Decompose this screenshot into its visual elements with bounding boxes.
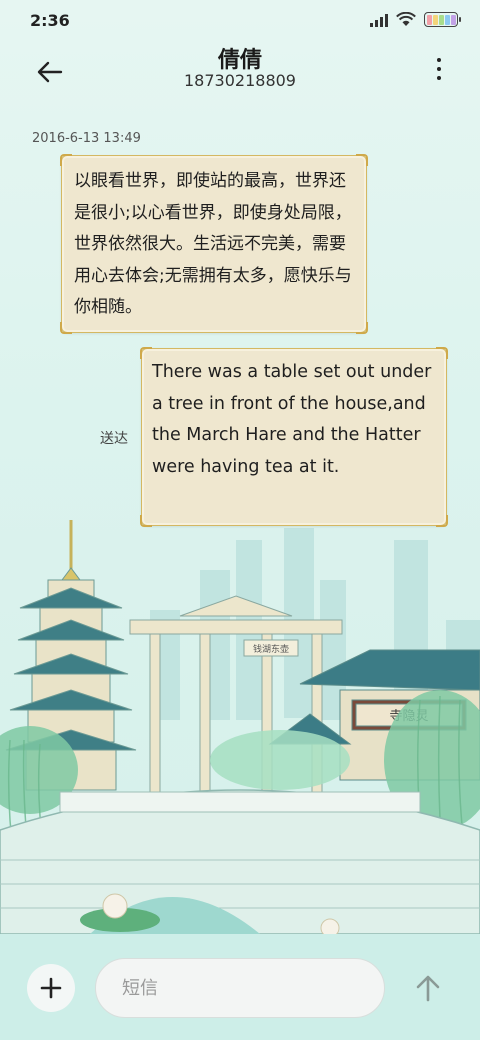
status-icons	[370, 12, 461, 27]
incoming-message-bubble[interactable]: 以眼看世界，即使站的最高，世界还是很小;以心看世界，即使身处局限，世界依然很大。…	[60, 154, 368, 334]
wifi-icon	[396, 12, 416, 26]
send-arrow-icon	[416, 975, 440, 1002]
incoming-message-text: 以眼看世界，即使站的最高，世界还是很小;以心看世界，即使身处局限，世界依然很大。…	[74, 171, 352, 317]
more-options-button[interactable]	[434, 54, 444, 84]
bubble-corner-ornament	[60, 154, 72, 166]
signal-icon	[370, 13, 388, 27]
status-time: 2:36	[30, 11, 70, 30]
bubble-corner-ornament	[436, 347, 448, 359]
conversation-header: 倩倩 18730218809	[0, 40, 480, 104]
bubble-corner-ornament	[140, 515, 152, 527]
attach-button[interactable]	[27, 964, 75, 1012]
delivery-status: 送达	[100, 431, 128, 447]
message-input[interactable]	[95, 958, 385, 1018]
contact-number: 18730218809	[184, 71, 296, 90]
message-timestamp: 2016-6-13 13:49	[32, 131, 141, 146]
plus-icon	[40, 977, 62, 999]
background-scenery: 钱湖东壶 寺隐灵	[0, 520, 480, 934]
gate-sign-text: 钱湖东壶	[253, 643, 289, 655]
bubble-corner-ornament	[356, 154, 368, 166]
bubble-corner-ornament	[436, 515, 448, 527]
battery-icon	[424, 12, 461, 27]
send-button[interactable]	[404, 964, 452, 1012]
bubble-corner-ornament	[140, 347, 152, 359]
outgoing-message-bubble[interactable]: There was a table set out under a tree i…	[140, 347, 448, 527]
bubble-corner-ornament	[60, 322, 72, 334]
contact-name: 倩倩	[217, 48, 262, 73]
outgoing-message-text: There was a table set out under a tree i…	[152, 362, 432, 477]
stone-bridge	[0, 789, 480, 934]
bubble-corner-ornament	[356, 322, 368, 334]
more-vertical-icon	[437, 58, 441, 80]
status-bar: 2:36	[0, 0, 480, 40]
composer-bar	[0, 934, 480, 1040]
